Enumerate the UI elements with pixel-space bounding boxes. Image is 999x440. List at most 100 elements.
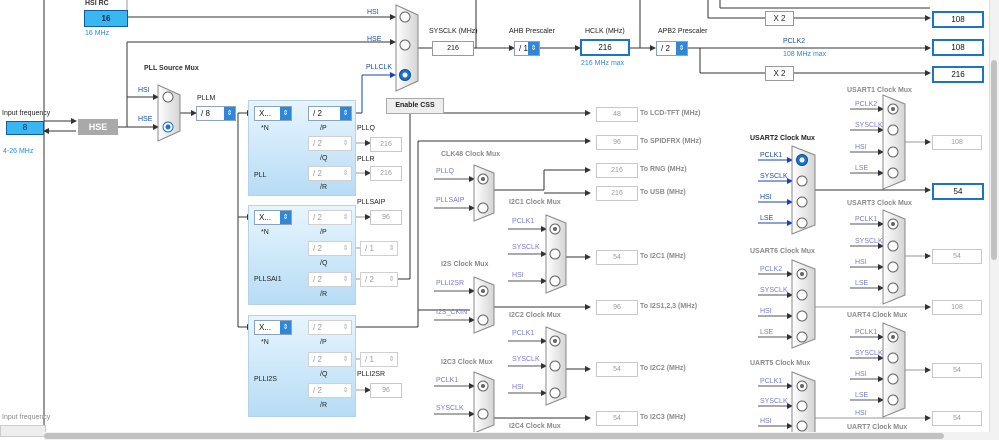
- pllsai-q-label: /Q: [320, 260, 328, 267]
- hsi-rc-frequency: 16 MHz: [85, 30, 110, 37]
- i2c4-mux-title: I2C4 Clock Mux: [509, 423, 561, 430]
- uart5-value: 54: [932, 411, 982, 426]
- usart3-in-3: LSE: [855, 280, 869, 287]
- hsi-rc-label: HSI RC: [85, 0, 109, 7]
- usart1-value: 108: [932, 135, 982, 150]
- input-frequency-field-2[interactable]: [0, 425, 46, 437]
- usart6-value: 108: [932, 300, 982, 315]
- uart4-in-1: SYSCLK: [855, 350, 883, 357]
- pllsai-r-value: / 2: [313, 275, 322, 284]
- uart5-in-2: HSI: [760, 418, 772, 425]
- usart6-in-0: PCLK2: [760, 266, 783, 273]
- pllsai-r-dropdown[interactable]: / 2 ⇕: [308, 272, 352, 287]
- pllm-dropdown[interactable]: / 8 ⇕: [196, 106, 236, 121]
- pll-n-dropdown[interactable]: X... ⇕: [254, 106, 292, 121]
- plli2s-q-div-value: / 1: [365, 355, 374, 364]
- usart6-in-2: HSI: [760, 308, 772, 315]
- pllq-label: PLLQ: [357, 125, 375, 132]
- i2s-label: To I2S1,2,3 (MHz): [640, 303, 698, 310]
- apb2-x2-clock-output[interactable]: 216: [932, 66, 984, 83]
- enable-css-button[interactable]: Enable CSS: [386, 98, 444, 114]
- plli2s-name: PLLI2S: [254, 376, 277, 383]
- input-frequency-field[interactable]: 8: [6, 121, 44, 135]
- uart4-mux-title: UART4 Clock Mux: [847, 312, 908, 319]
- hsi-rc-value: 16: [84, 10, 128, 27]
- plli2s-n-dropdown[interactable]: X... ⇕: [254, 320, 292, 335]
- pll-r-label: /R: [320, 184, 327, 191]
- apb2-prescaler-dropdown[interactable]: / 2 ⇕: [656, 41, 688, 56]
- pllsai-r-div-value: / 2: [365, 275, 374, 284]
- i2c3-in-sysclk: SYSCLK: [436, 405, 464, 412]
- pllq-value: 216: [370, 137, 402, 152]
- vertical-scrollbar[interactable]: [989, 0, 999, 440]
- apb2-peripheral-clock-output[interactable]: 108: [932, 39, 984, 56]
- pll-q-value: / 2: [313, 139, 322, 148]
- plli2sr-value: 96: [370, 383, 402, 398]
- uart5-in-0: PCLK1: [760, 378, 783, 385]
- i2c2-in-sysclk: SYSCLK: [512, 356, 540, 363]
- pllsai-q-div-dropdown[interactable]: / 1 ⇕: [360, 241, 398, 256]
- hclk-input[interactable]: 216: [580, 39, 630, 56]
- usart1-mux-title: USART1 Clock Mux: [847, 87, 912, 94]
- pll-name: PLL: [254, 172, 267, 179]
- usart6-mux-title: USART6 Clock Mux: [750, 248, 815, 255]
- pll-p-dropdown[interactable]: / 2 ⇕: [308, 106, 352, 121]
- pll-source-mux-title: PLL Source Mux: [144, 65, 199, 72]
- usart2-in-2: HSI: [760, 194, 772, 201]
- spdif-value: 96: [596, 135, 638, 150]
- i2c1-in-pclk1: PCLK1: [512, 218, 535, 225]
- chevron-down-icon: ⇕: [280, 107, 291, 120]
- pllr-label: PLLR: [357, 156, 375, 163]
- lcd-tft-label: To LCD-TFT (MHz): [640, 110, 701, 117]
- pllsai-r-div-dropdown[interactable]: / 2 ⇕: [360, 272, 398, 287]
- i2c3-in-pclk1: PCLK1: [436, 377, 459, 384]
- plli2s-p-dropdown[interactable]: / 2 ⇕: [308, 320, 352, 335]
- chevron-down-icon: ⇕: [340, 242, 351, 255]
- pllsai-n-dropdown[interactable]: X... ⇕: [254, 210, 292, 225]
- usart2-in-1: SYSCLK: [760, 173, 788, 180]
- usart2-value[interactable]: 54: [932, 183, 984, 200]
- pllsai-q-dropdown[interactable]: / 2 ⇕: [308, 241, 352, 256]
- usart1-in-2: HSI: [855, 144, 867, 151]
- spdif-label: To SPIDFRX (MHz): [640, 138, 702, 145]
- pll-p-label: /P: [320, 125, 327, 132]
- lcd-tft-value: 48: [596, 107, 638, 122]
- chevron-down-icon: ⇕: [280, 321, 291, 334]
- ahb-prescaler-dropdown[interactable]: / 1 ⇕: [514, 41, 540, 56]
- apb2-timer-clock-output[interactable]: 108: [932, 11, 984, 28]
- i2c1-in-sysclk: SYSCLK: [512, 244, 540, 251]
- plli2s-r-dropdown[interactable]: / 2 ⇕: [308, 383, 352, 398]
- pll-n-value: X...: [259, 109, 272, 118]
- pll-mux-hse-label: HSE: [138, 116, 153, 123]
- pll-r-dropdown[interactable]: / 2 ⇕: [308, 166, 352, 181]
- pll-p-value: / 2: [313, 109, 322, 118]
- i2c1-mux-title: I2C1 Clock Mux: [509, 199, 561, 206]
- pll-q-dropdown[interactable]: / 2 ⇕: [308, 136, 352, 151]
- uart7-in-0: HSI: [855, 410, 867, 417]
- pll-n-label: *N: [261, 125, 269, 132]
- pllsai-p-label: /P: [320, 229, 327, 236]
- plli2sr-label: PLLI2SR: [357, 371, 386, 378]
- plli2s-q-value: / 2: [313, 355, 322, 364]
- vertical-scrollbar-thumb[interactable]: [991, 60, 997, 260]
- uart5-mux-title: UART5 Clock Mux: [750, 360, 811, 367]
- horizontal-scrollbar-thumb[interactable]: [44, 433, 944, 439]
- horizontal-scrollbar[interactable]: [44, 432, 990, 440]
- i2c1-value: 54: [596, 250, 638, 265]
- uart4-value: 54: [932, 363, 982, 378]
- plli2s-p-value: / 2: [313, 323, 322, 332]
- chevron-down-icon: ⇕: [386, 273, 397, 286]
- i2c2-in-hsi: HSI: [512, 384, 524, 391]
- usart3-in-1: SYSCLK: [855, 238, 883, 245]
- chevron-down-icon: ⇕: [340, 167, 351, 180]
- input-frequency-range: 4-26 MHz: [3, 148, 34, 155]
- plli2s-q-div-dropdown[interactable]: / 1 ⇕: [360, 352, 398, 367]
- clk48-in-pllsaip: PLLSAIP: [436, 197, 465, 204]
- rng-label: To RNG (MHz): [640, 166, 687, 173]
- sys-mux-hse-label: HSE: [367, 36, 382, 43]
- usart3-value: 54: [932, 249, 982, 264]
- plli2s-q-dropdown[interactable]: / 2 ⇕: [308, 352, 352, 367]
- pllsai-p-dropdown[interactable]: / 2 ⇕: [308, 210, 352, 225]
- pclk2-label: PCLK2: [783, 38, 806, 45]
- hse-oscillator-button[interactable]: HSE: [78, 119, 118, 135]
